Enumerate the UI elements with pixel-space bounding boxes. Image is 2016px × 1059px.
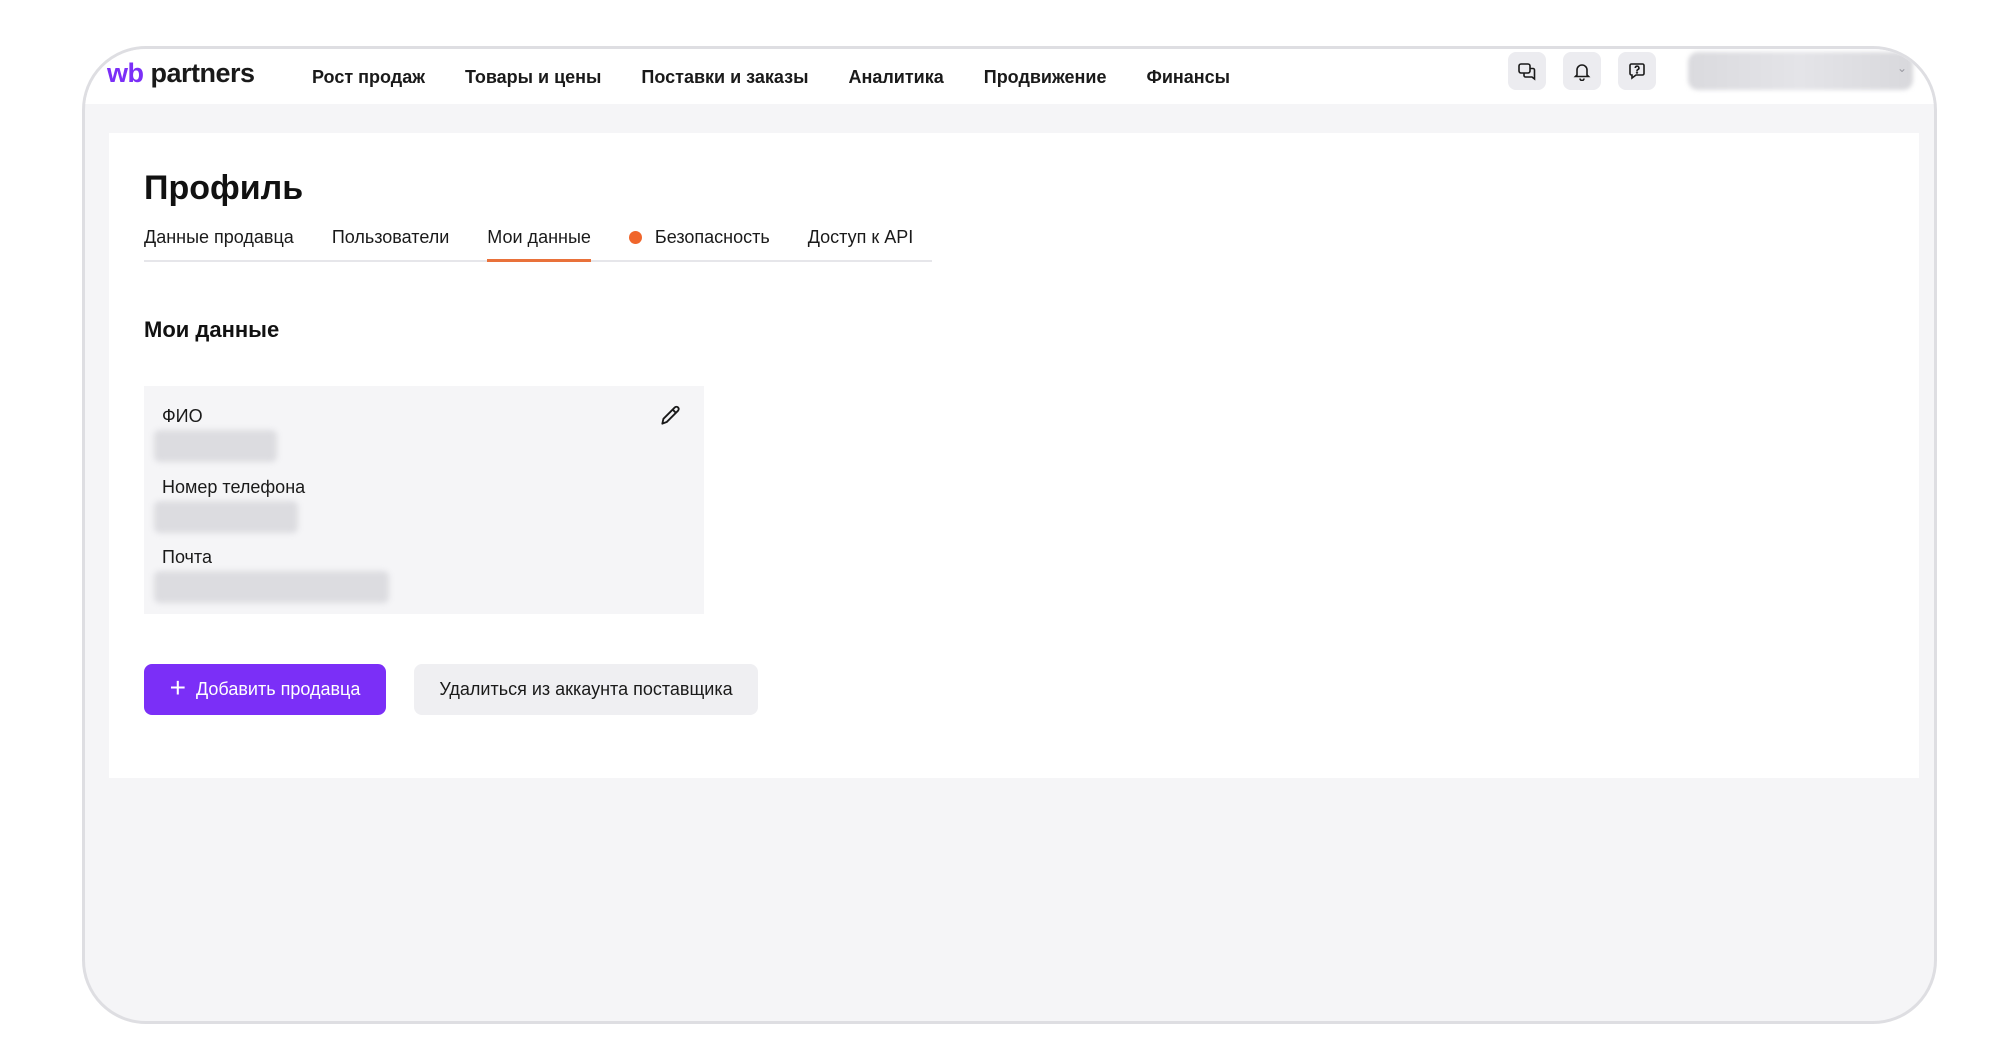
bell-icon <box>1573 64 1591 81</box>
tab-users[interactable]: Пользователи <box>332 223 449 260</box>
nav-item-sales-growth[interactable]: Рост продаж <box>312 67 425 88</box>
tab-security[interactable]: Безопасность <box>628 223 770 260</box>
page-title: Профиль <box>144 169 304 207</box>
tab-my-data[interactable]: Мои данные <box>487 223 591 262</box>
name-value-redacted <box>154 430 277 462</box>
profile-card: Профиль Данные продавца Пользователи Мои… <box>109 133 1919 778</box>
tab-label: Безопасность <box>654 227 770 247</box>
name-field-label: ФИО <box>162 406 203 426</box>
add-seller-button[interactable]: + Добавить продавца <box>144 664 386 715</box>
tab-api-access[interactable]: Доступ к API <box>808 223 914 260</box>
plus-icon: + <box>169 672 187 703</box>
nav-item-finance[interactable]: Финансы <box>1146 67 1230 88</box>
tab-seller-data[interactable]: Данные продавца <box>144 223 294 260</box>
chat-icon <box>1518 63 1536 81</box>
account-switcher[interactable] <box>1688 52 1913 90</box>
support-button[interactable] <box>1618 52 1656 90</box>
tab-label: Доступ к API <box>807 227 914 247</box>
tab-label: Пользователи <box>331 227 450 247</box>
phone-field-label: Номер телефона <box>162 477 306 497</box>
personal-data-box: ФИО Номер телефона Почта <box>144 386 704 614</box>
email-value-redacted <box>154 571 389 603</box>
wb-partners-logo[interactable]: wb partners <box>107 53 255 93</box>
add-seller-label: Добавить продавца <box>196 679 361 699</box>
logo-prefix: wb <box>107 58 144 88</box>
nav-item-promotion[interactable]: Продвижение <box>984 67 1107 88</box>
email-field-label: Почта <box>162 547 212 567</box>
chat-button[interactable] <box>1508 52 1546 90</box>
notifications-button[interactable] <box>1563 52 1601 90</box>
section-title: Мои данные <box>144 317 280 342</box>
top-navigation-bar: wb partners Рост продаж Товары и цены По… <box>85 49 1934 104</box>
pencil-icon[interactable] <box>658 402 684 428</box>
app-window: wb partners Рост продаж Товары и цены По… <box>82 46 1937 1024</box>
main-nav: Рост продаж Товары и цены Поставки и зак… <box>312 49 1230 89</box>
leave-account-button[interactable]: Удалиться из аккаунта поставщика <box>414 664 758 715</box>
chevron-down-icon: ⌄ <box>1897 61 1908 75</box>
logo-name: partners <box>143 58 256 88</box>
alert-dot-icon <box>628 231 642 244</box>
nav-item-products-prices[interactable]: Товары и цены <box>465 67 601 88</box>
leave-account-label: Удалиться из аккаунта поставщика <box>439 679 733 699</box>
tab-label: Данные продавца <box>144 227 294 247</box>
tab-label: Мои данные <box>487 227 591 247</box>
profile-tabs: Данные продавца Пользователи Мои данные … <box>144 223 932 262</box>
nav-item-analytics[interactable]: Аналитика <box>848 67 943 88</box>
nav-item-supplies-orders[interactable]: Поставки и заказы <box>641 67 808 88</box>
phone-value-redacted <box>154 501 298 533</box>
support-icon <box>1629 63 1645 80</box>
